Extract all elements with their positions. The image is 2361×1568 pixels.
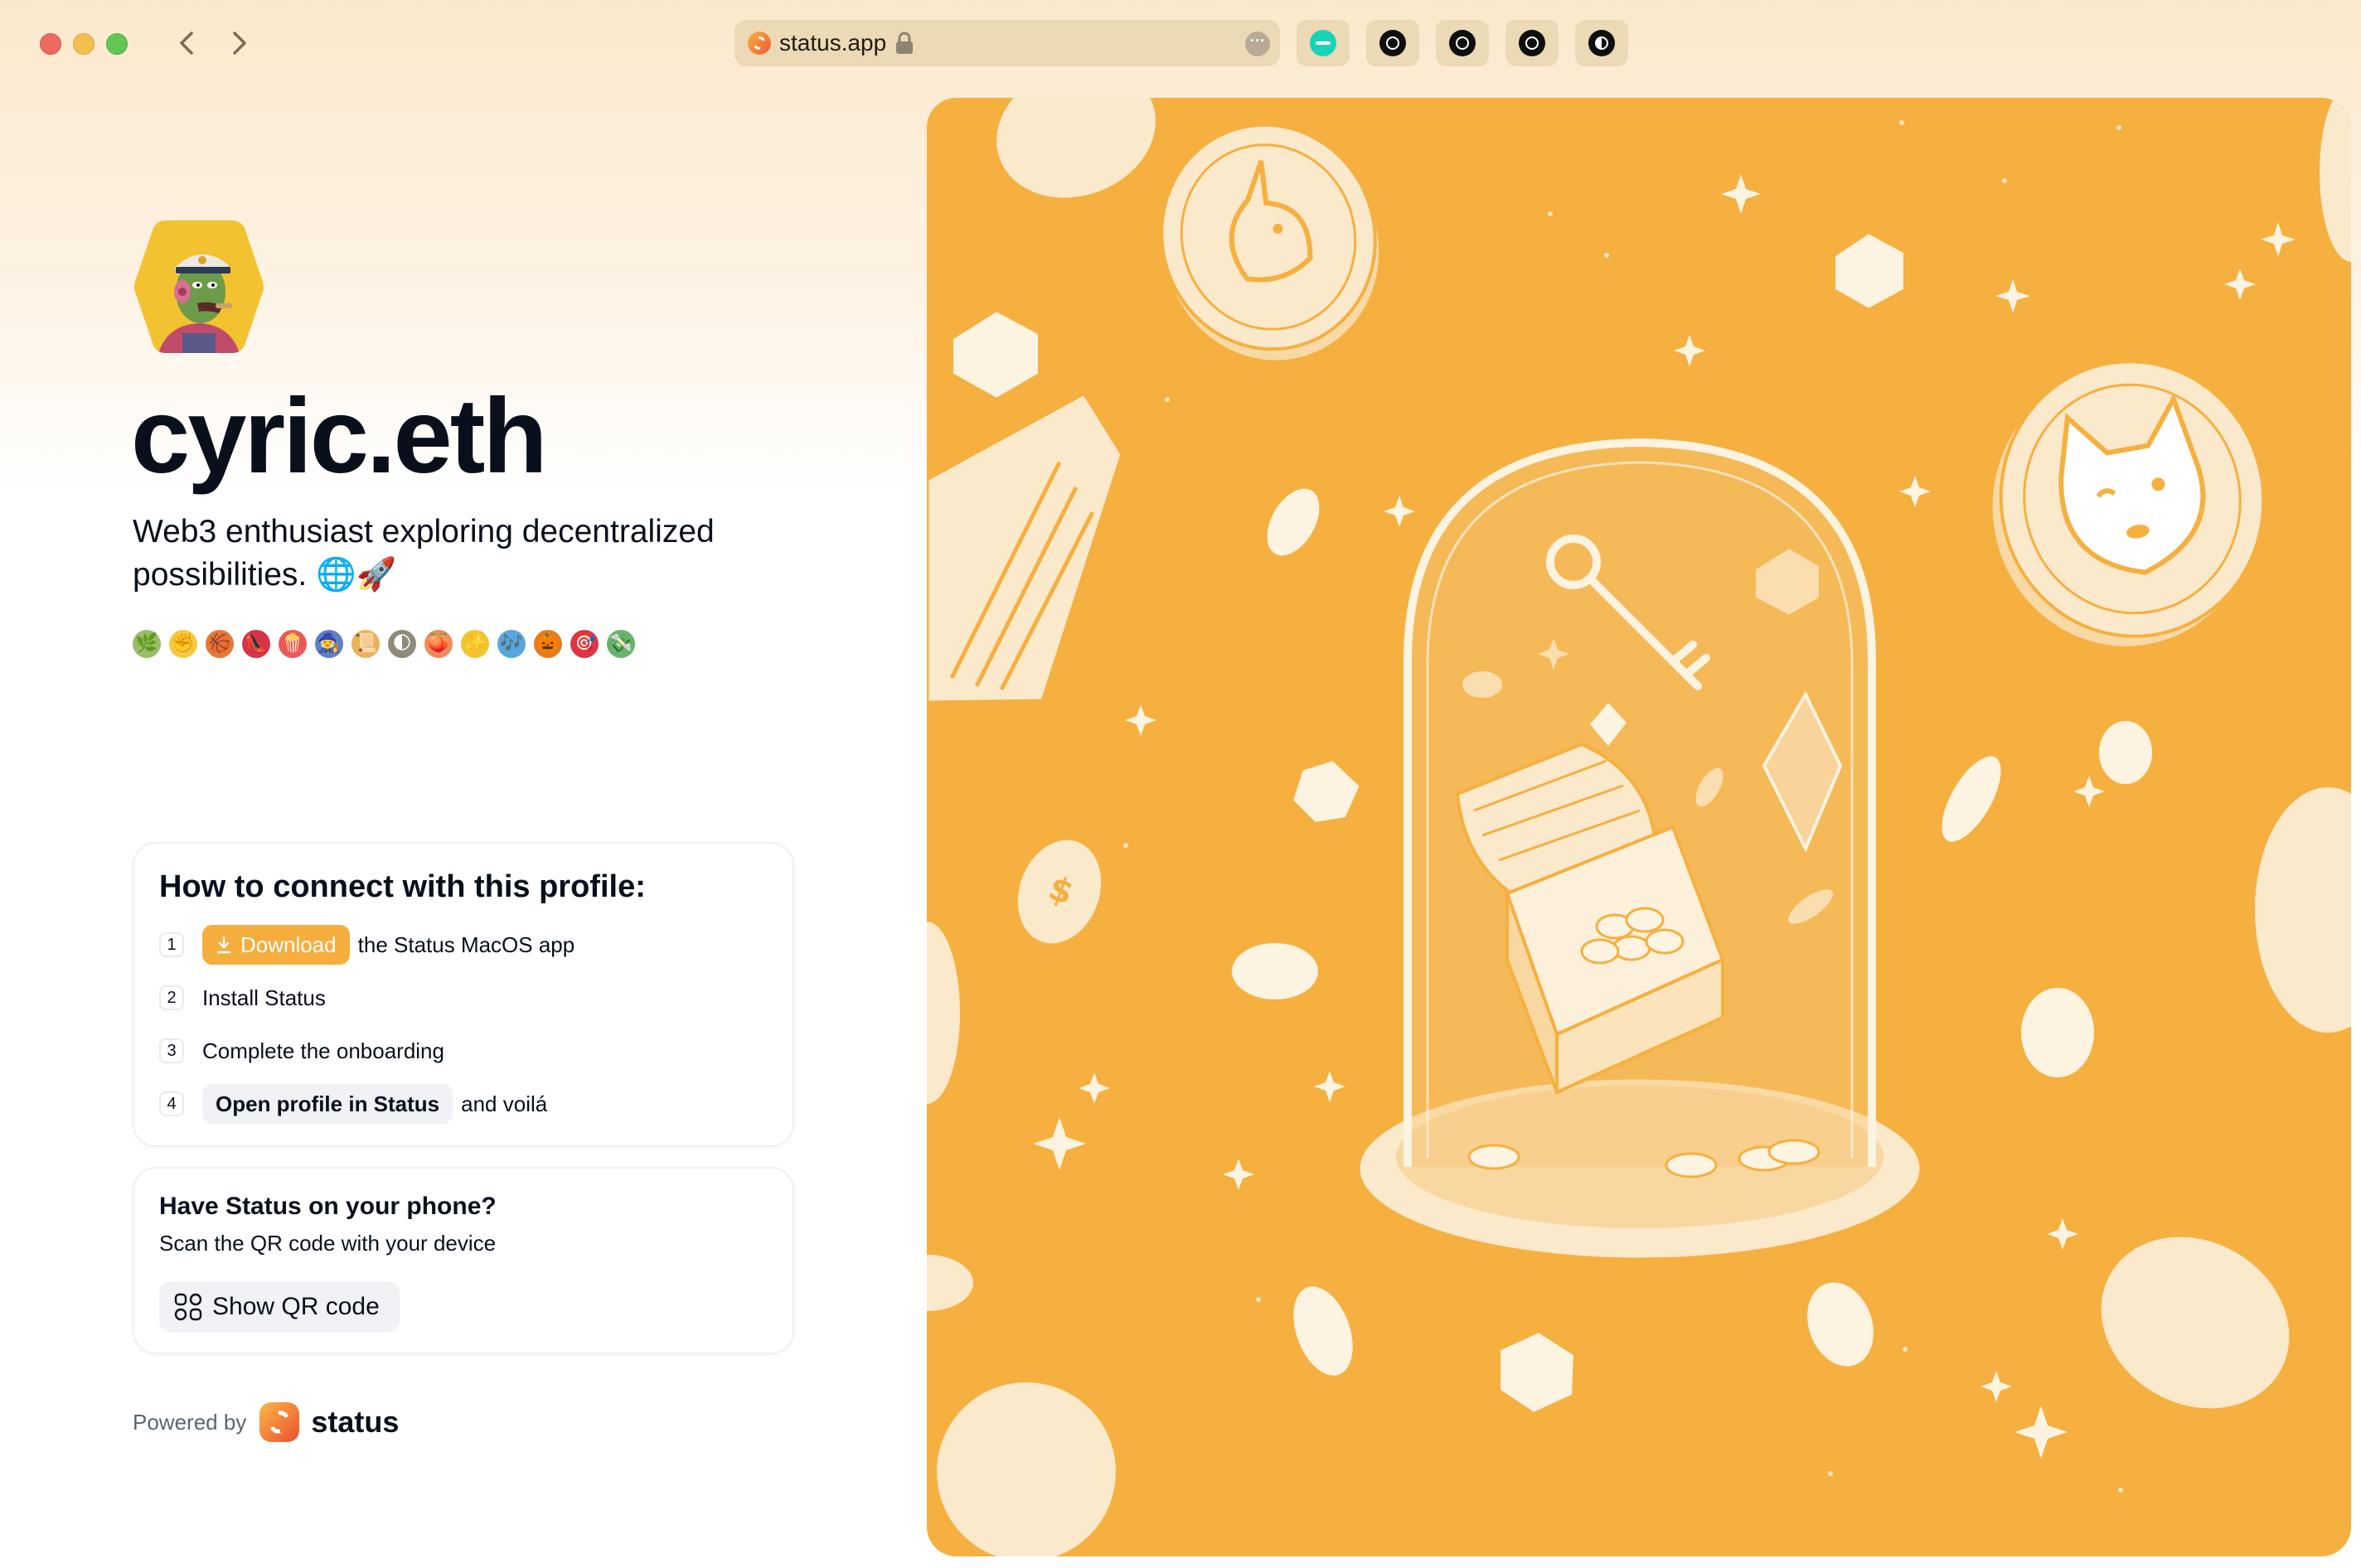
browser-titlebar: status.app ···: [0, 0, 2361, 86]
step-2: 2 Install Status: [159, 978, 326, 1018]
back-arrow-icon[interactable]: [169, 25, 206, 61]
forward-arrow-icon[interactable]: [221, 25, 257, 61]
step-number: 4: [159, 1091, 184, 1116]
emoji-tags: 🌿 ✊ 🏀 👠 🍿 🧙 📜 🌓 🍑 ✨ 🎶 🎃 🎯 💸: [133, 630, 635, 658]
emoji-tag: 🎯: [570, 630, 599, 658]
teal-extension-icon: [1310, 30, 1336, 56]
emoji-tag: 🏀: [206, 630, 234, 658]
step-1: 1 Download the Status MacOS app: [159, 925, 574, 965]
emoji-tag: 🍑: [424, 630, 453, 658]
download-icon: [216, 936, 231, 954]
connect-title: How to connect with this profile:: [159, 869, 646, 904]
step-number: 3: [159, 1038, 184, 1063]
step-3: 3 Complete the onboarding: [159, 1031, 444, 1071]
emoji-tag: 🌿: [133, 630, 161, 658]
open-profile-button[interactable]: Open profile in Status: [202, 1084, 453, 1124]
half-moon-extension-icon: [1588, 30, 1615, 56]
emoji-tag: 🍿: [279, 630, 307, 658]
close-window-button[interactable]: [40, 33, 61, 55]
address-bar[interactable]: status.app ···: [734, 20, 1280, 66]
emoji-tag: 📜: [351, 630, 380, 658]
phone-title: Have Status on your phone?: [159, 1193, 497, 1220]
emoji-tag: 💸: [607, 630, 635, 658]
profile-name: cyric.eth: [131, 377, 547, 496]
show-qr-code-button[interactable]: Show QR code: [159, 1281, 400, 1333]
powered-by: Powered by status: [133, 1402, 399, 1442]
emoji-tag: 🎃: [534, 630, 562, 658]
grid-extension-icon: [1379, 30, 1406, 56]
profile-bio: Web3 enthusiast exploring decentralized …: [133, 514, 715, 593]
emoji-tag: 🎶: [497, 630, 526, 658]
knot-extension-icon: [1449, 30, 1476, 56]
phone-card: Have Status on your phone? Scan the QR c…: [133, 1167, 794, 1354]
extension-button-4[interactable]: [1505, 20, 1559, 66]
emoji-tag: ✨: [461, 630, 489, 658]
emoji-tag: 🌓: [388, 630, 416, 658]
status-logo-icon: [259, 1402, 300, 1442]
status-brand[interactable]: status: [311, 1405, 399, 1440]
phone-subtitle: Scan the QR code with your device: [159, 1231, 497, 1256]
url-text: status.app: [779, 30, 887, 56]
download-label: Download: [240, 932, 337, 957]
step-text: Complete the onboarding: [202, 1038, 444, 1063]
extension-button-2[interactable]: [1366, 20, 1419, 66]
step-text: the Status MacOS app: [357, 932, 575, 957]
extension-button-5[interactable]: [1575, 20, 1628, 66]
step-text: Install Status: [202, 985, 326, 1010]
gear-extension-icon: [1519, 30, 1545, 56]
show-qr-code-label: Show QR code: [212, 1293, 380, 1320]
more-icon[interactable]: ···: [1245, 31, 1270, 56]
download-button[interactable]: Download: [202, 925, 350, 965]
extension-button-3[interactable]: [1436, 20, 1489, 66]
emoji-tag: 🧙: [315, 630, 343, 658]
step-number: 2: [159, 985, 184, 1010]
step-number: 1: [159, 932, 184, 957]
treasure-illustration: $: [927, 98, 2351, 1556]
lock-icon: [896, 31, 913, 54]
step-4: 4 Open profile in Status and voilá: [159, 1084, 547, 1124]
connect-card: How to connect with this profile: 1 Down…: [133, 842, 794, 1147]
status-favicon-icon: [748, 31, 771, 55]
extension-button-1[interactable]: [1297, 20, 1350, 66]
powered-by-text: Powered by: [133, 1409, 247, 1435]
hero-illustration: $: [927, 98, 2351, 1556]
emoji-tag: ✊: [169, 630, 197, 658]
zoom-window-button[interactable]: [106, 33, 128, 55]
emoji-tag: 👠: [242, 630, 270, 658]
avatar: [134, 220, 264, 353]
step-text: and voilá: [461, 1091, 548, 1116]
qr-code-icon: [174, 1293, 202, 1321]
minimize-window-button[interactable]: [73, 33, 95, 55]
